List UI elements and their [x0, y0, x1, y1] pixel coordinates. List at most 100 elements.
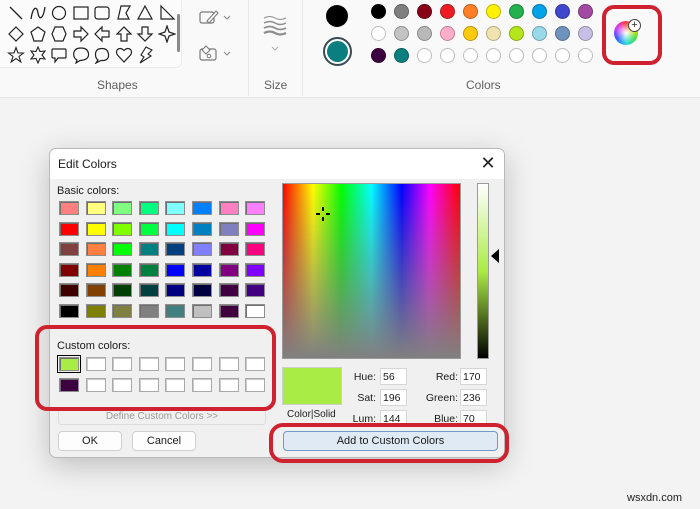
basic-color-swatch[interactable]: [192, 283, 212, 297]
palette-empty-slot[interactable]: [578, 48, 593, 63]
basic-color-swatch[interactable]: [85, 221, 106, 236]
shape-down-arrow[interactable]: [136, 25, 154, 43]
basic-color-swatch[interactable]: [138, 262, 159, 277]
basic-color-swatch[interactable]: [59, 221, 79, 236]
basic-color-swatch[interactable]: [165, 201, 186, 215]
basic-color-swatch[interactable]: [112, 221, 133, 236]
cancel-button[interactable]: Cancel: [132, 431, 196, 451]
basic-color-swatch[interactable]: [59, 283, 79, 297]
basic-color-swatch[interactable]: [192, 221, 212, 236]
palette-color[interactable]: [555, 4, 570, 19]
color-1-swatch[interactable]: [326, 5, 348, 27]
palette-color[interactable]: [440, 4, 455, 19]
basic-color-swatch[interactable]: [192, 201, 212, 215]
shape-four-point-star[interactable]: [156, 24, 177, 44]
basic-color-swatch[interactable]: [245, 242, 266, 256]
shape-rounded-callout[interactable]: [50, 46, 68, 64]
palette-color[interactable]: [417, 26, 432, 41]
palette-empty-slot[interactable]: [463, 48, 478, 63]
basic-color-swatch[interactable]: [245, 303, 266, 318]
shape-six-point-star[interactable]: [29, 45, 47, 65]
palette-color[interactable]: [486, 26, 501, 41]
shape-oval-callout[interactable]: [72, 46, 90, 65]
palette-color[interactable]: [440, 26, 455, 41]
basic-color-swatch[interactable]: [192, 303, 212, 318]
basic-color-swatch[interactable]: [138, 242, 159, 256]
basic-color-swatch[interactable]: [245, 283, 266, 297]
size-button[interactable]: [262, 14, 290, 56]
luminosity-slider[interactable]: [477, 183, 489, 359]
green-field[interactable]: [460, 389, 487, 406]
palette-color[interactable]: [509, 26, 524, 41]
shape-pentagon[interactable]: [29, 25, 47, 43]
basic-color-swatch[interactable]: [245, 201, 266, 215]
shape-heart[interactable]: [115, 46, 133, 64]
basic-color-swatch[interactable]: [165, 283, 186, 297]
basic-color-swatch[interactable]: [218, 201, 239, 215]
shape-up-arrow[interactable]: [115, 25, 133, 43]
outline-button[interactable]: [198, 8, 238, 30]
basic-color-swatch[interactable]: [138, 303, 159, 318]
basic-color-swatch[interactable]: [85, 303, 106, 318]
palette-color[interactable]: [578, 4, 593, 19]
basic-color-swatch[interactable]: [192, 242, 212, 256]
basic-color-swatch[interactable]: [112, 201, 133, 215]
basic-color-swatch[interactable]: [112, 303, 133, 318]
basic-color-swatch[interactable]: [138, 221, 159, 236]
palette-color[interactable]: [463, 4, 478, 19]
basic-color-swatch[interactable]: [218, 262, 239, 277]
shape-hexagon[interactable]: [50, 25, 68, 43]
basic-color-swatch[interactable]: [218, 242, 239, 256]
palette-color[interactable]: [394, 26, 409, 41]
basic-color-swatch[interactable]: [59, 242, 79, 256]
palette-color[interactable]: [371, 4, 386, 19]
basic-color-swatch[interactable]: [245, 221, 266, 236]
palette-color[interactable]: [555, 26, 570, 41]
shape-polygon[interactable]: [115, 4, 133, 22]
ok-button[interactable]: OK: [58, 431, 122, 451]
shape-rounded-rectangle[interactable]: [93, 4, 111, 22]
basic-color-swatch[interactable]: [112, 242, 133, 256]
close-icon[interactable]: ✕: [480, 154, 496, 172]
basic-color-swatch[interactable]: [138, 283, 159, 297]
shape-five-point-star[interactable]: [6, 45, 26, 64]
gallery-scrollbar[interactable]: [177, 14, 180, 52]
shape-triangle[interactable]: [136, 4, 154, 22]
palette-color[interactable]: [486, 4, 501, 19]
palette-color[interactable]: [394, 48, 409, 63]
basic-color-swatch[interactable]: [192, 262, 212, 277]
basic-color-swatch[interactable]: [112, 283, 133, 297]
basic-color-swatch[interactable]: [165, 242, 186, 256]
basic-color-swatch[interactable]: [218, 283, 239, 297]
fill-button[interactable]: [198, 44, 238, 66]
shape-rectangle[interactable]: [72, 4, 90, 22]
palette-empty-slot[interactable]: [440, 48, 455, 63]
crosshair-icon[interactable]: [316, 207, 330, 221]
basic-color-swatch[interactable]: [138, 201, 159, 215]
sat-field[interactable]: [380, 389, 407, 406]
basic-color-swatch[interactable]: [245, 262, 266, 277]
shape-cloud-callout[interactable]: [93, 46, 111, 65]
color-spectrum[interactable]: [282, 183, 461, 359]
basic-color-swatch[interactable]: [112, 262, 133, 277]
shape-diamond[interactable]: [7, 25, 25, 43]
palette-color[interactable]: [463, 26, 478, 41]
shape-left-arrow[interactable]: [93, 25, 111, 43]
palette-color[interactable]: [371, 26, 386, 41]
palette-empty-slot[interactable]: [532, 48, 547, 63]
palette-empty-slot[interactable]: [486, 48, 501, 63]
palette-color[interactable]: [578, 26, 593, 41]
palette-color[interactable]: [394, 4, 409, 19]
palette-color[interactable]: [532, 4, 547, 19]
hue-field[interactable]: [380, 368, 407, 385]
shape-right-triangle[interactable]: [158, 4, 176, 22]
palette-color[interactable]: [532, 26, 547, 41]
shape-oval[interactable]: [50, 4, 68, 22]
palette-color[interactable]: [417, 4, 432, 19]
palette-empty-slot[interactable]: [555, 48, 570, 63]
shape-lightning[interactable]: [136, 46, 154, 64]
shape-line[interactable]: [7, 4, 25, 22]
basic-color-swatch[interactable]: [165, 303, 186, 318]
basic-color-swatch[interactable]: [85, 262, 106, 277]
basic-color-swatch[interactable]: [59, 262, 79, 277]
